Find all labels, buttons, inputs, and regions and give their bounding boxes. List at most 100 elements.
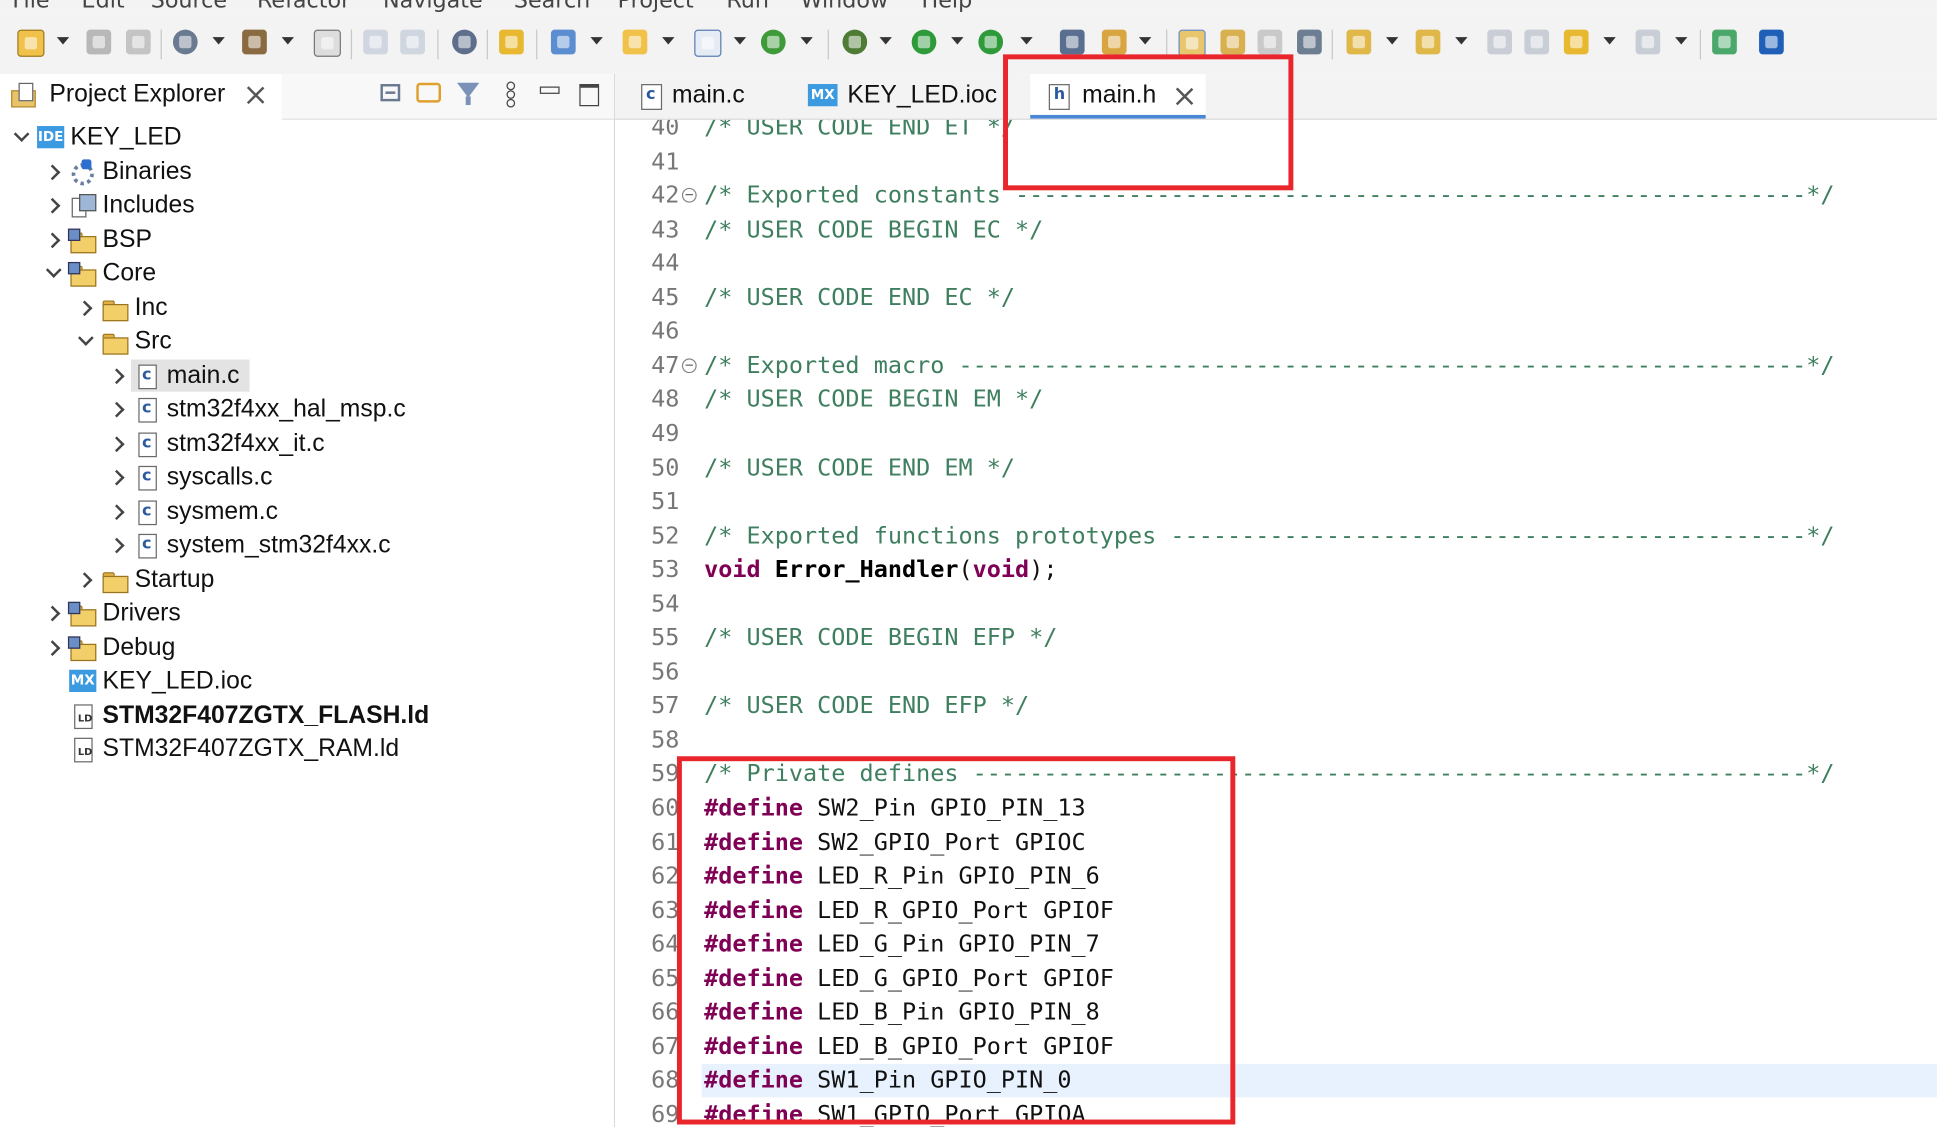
chevron-right-icon[interactable]: [109, 366, 126, 383]
forward-icon[interactable]: [1633, 27, 1663, 57]
tree-item[interactable]: stm32f4xx_hal_msp.c: [0, 393, 614, 426]
maximize-icon[interactable]: [576, 79, 603, 107]
chevron-right-icon[interactable]: [44, 638, 61, 655]
info-icon[interactable]: [1757, 27, 1787, 57]
chevron-right-icon[interactable]: [77, 570, 94, 587]
last-edit-icon[interactable]: [1485, 27, 1515, 57]
forward-dropdown-icon[interactable]: [1675, 37, 1688, 45]
chevron-right-icon[interactable]: [109, 400, 126, 417]
menu-edit[interactable]: Edit: [82, 0, 125, 14]
previous-annotation-icon[interactable]: [1413, 27, 1443, 57]
next-annotation-dropdown-icon[interactable]: [1386, 37, 1399, 45]
debug-config-icon[interactable]: [497, 27, 527, 57]
show-whitespace-icon[interactable]: [1295, 27, 1325, 57]
filter-icon[interactable]: [455, 79, 482, 106]
tree-item[interactable]: Includes: [0, 189, 614, 222]
chevron-right-icon[interactable]: [44, 162, 61, 179]
menu-navigate[interactable]: Navigate: [383, 0, 483, 14]
menu-help[interactable]: Help: [922, 0, 973, 14]
new-source-file-icon[interactable]: [692, 27, 722, 57]
debug-dropdown-icon[interactable]: [879, 37, 892, 45]
fold-collapse-icon[interactable]: [681, 358, 697, 373]
chevron-right-icon[interactable]: [109, 434, 126, 451]
last-edit-forward-icon[interactable]: [1522, 27, 1552, 57]
redo-icon[interactable]: [398, 27, 428, 57]
tree-item[interactable]: Drivers: [0, 597, 614, 630]
external-tools-icon[interactable]: [976, 27, 1006, 57]
tree-item[interactable]: Inc: [0, 291, 614, 324]
new-c-project-icon[interactable]: [548, 27, 578, 57]
tree-item[interactable]: Src: [0, 325, 614, 358]
build-hammer-icon[interactable]: [240, 27, 270, 57]
new-icon[interactable]: [15, 27, 45, 57]
new-c-project-dropdown-icon[interactable]: [590, 37, 603, 45]
project-explorer-tab[interactable]: Project Explorer: [0, 74, 282, 122]
chevron-right-icon[interactable]: [109, 468, 126, 485]
link-with-editor-icon[interactable]: [415, 79, 442, 106]
toggle-mark-occurrences-icon[interactable]: [1218, 27, 1248, 57]
menu-refactor[interactable]: Refactor: [257, 0, 350, 14]
save-all-icon[interactable]: [124, 27, 154, 57]
chevron-right-icon[interactable]: [44, 196, 61, 213]
tree-item[interactable]: system_stm32f4xx.c: [0, 529, 614, 562]
chevron-right-icon[interactable]: [109, 536, 126, 553]
code-generate-dropdown-icon[interactable]: [1138, 37, 1152, 45]
refresh-dropdown-icon[interactable]: [800, 37, 813, 45]
chevron-down-icon[interactable]: [44, 264, 61, 281]
menu-source[interactable]: Source: [151, 0, 227, 14]
tree-item[interactable]: Core: [0, 257, 614, 290]
tree-item[interactable]: stm32f4xx_it.c: [0, 427, 614, 460]
build-settings-dropdown-icon[interactable]: [212, 37, 225, 45]
tree-item[interactable]: IDE KEY_LED: [0, 121, 614, 154]
previous-annotation-dropdown-icon[interactable]: [1455, 37, 1468, 45]
menu-run[interactable]: Run: [726, 0, 769, 14]
back-dropdown-icon[interactable]: [1603, 37, 1616, 45]
run-icon[interactable]: [909, 27, 939, 57]
tree-item[interactable]: STM32F407ZGTX_FLASH.ld: [0, 699, 614, 732]
menu-project[interactable]: Project: [618, 0, 694, 14]
build-settings-icon[interactable]: [170, 27, 200, 57]
menu-search[interactable]: Search: [514, 0, 590, 14]
tree-item[interactable]: syscalls.c: [0, 461, 614, 494]
device-config-icon[interactable]: [1057, 27, 1087, 57]
back-icon[interactable]: [1561, 27, 1591, 57]
tree-item[interactable]: Startup: [0, 563, 614, 596]
binary-icon[interactable]: [311, 27, 341, 57]
new-dropdown-icon[interactable]: [56, 37, 70, 45]
search-icon[interactable]: [450, 27, 480, 57]
run-dropdown-icon[interactable]: [951, 37, 964, 45]
code-generate-icon[interactable]: [1099, 27, 1129, 57]
refresh-icon[interactable]: [758, 27, 788, 57]
new-folder-dropdown-icon[interactable]: [662, 37, 675, 45]
minimize-icon[interactable]: [536, 79, 563, 106]
chevron-right-icon[interactable]: [44, 230, 61, 247]
tree-item[interactable]: Binaries: [0, 155, 614, 188]
chevron-down-icon[interactable]: [12, 129, 29, 146]
tree-item[interactable]: sysmem.c: [0, 495, 614, 528]
open-perspective-icon[interactable]: [1710, 27, 1740, 57]
external-tools-dropdown-icon[interactable]: [1020, 37, 1033, 45]
tree-item[interactable]: main.c: [0, 358, 614, 392]
undo-icon[interactable]: [361, 27, 391, 57]
block-selection-icon[interactable]: [1255, 27, 1285, 57]
fold-collapse-icon[interactable]: [681, 187, 697, 203]
chevron-right-icon[interactable]: [77, 298, 94, 315]
chevron-down-icon[interactable]: [77, 332, 94, 349]
tree-item[interactable]: STM32F407ZGTX_RAM.ld: [0, 733, 614, 766]
close-icon[interactable]: [247, 86, 264, 103]
debug-bug-icon[interactable]: [840, 27, 870, 57]
tab-key-led-ioc[interactable]: MX KEY_LED.ioc: [800, 74, 1010, 118]
tab-main-c[interactable]: main.c: [632, 74, 793, 118]
tree-item[interactable]: Debug: [0, 631, 614, 664]
menu-window[interactable]: Window: [800, 0, 888, 14]
next-annotation-icon[interactable]: [1344, 27, 1374, 57]
build-dropdown-icon[interactable]: [281, 37, 295, 45]
menu-file[interactable]: File: [12, 0, 49, 14]
tree-item[interactable]: MX KEY_LED.ioc: [0, 665, 614, 698]
highlight-icon[interactable]: [1176, 27, 1206, 57]
view-menu-icon[interactable]: [497, 79, 524, 108]
collapse-all-icon[interactable]: [378, 79, 405, 106]
new-folder-icon[interactable]: [620, 27, 650, 57]
new-source-file-dropdown-icon[interactable]: [733, 37, 747, 45]
chevron-right-icon[interactable]: [109, 502, 126, 519]
